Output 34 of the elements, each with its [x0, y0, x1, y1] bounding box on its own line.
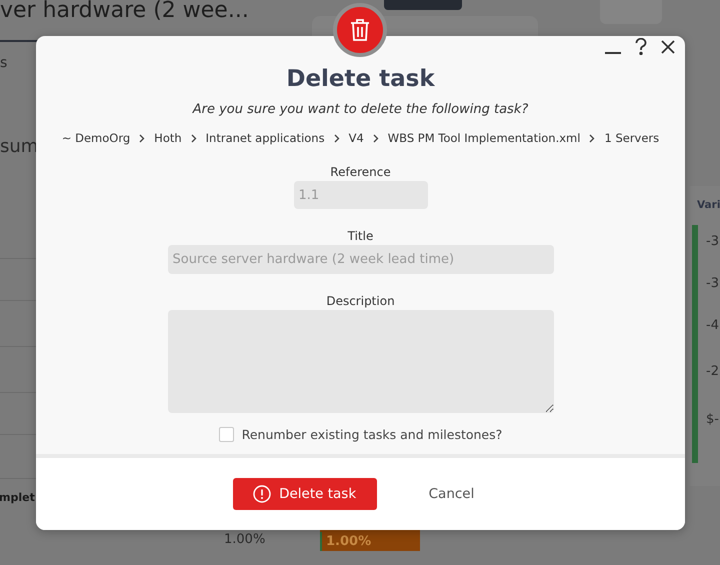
chevron-icon — [334, 134, 340, 142]
alert-icon — [253, 485, 272, 503]
field-label: Description — [326, 294, 395, 308]
breadcrumb-item[interactable]: WBS PM Tool Implementation.xml — [388, 131, 580, 145]
page-title: ver hardware (2 wee... — [0, 0, 249, 23]
minimize-icon — [605, 52, 621, 54]
checkbox-label: Renumber existing tasks and milestones? — [242, 427, 502, 442]
table-cell: -2 — [706, 364, 719, 379]
column-header: Vari — [697, 199, 720, 211]
breadcrumb-item[interactable]: Intranet applications — [206, 131, 325, 145]
checkbox[interactable] — [218, 427, 234, 442]
cancel-button[interactable]: Cancel — [422, 485, 480, 503]
delete-task-button[interactable]: Delete task — [232, 478, 377, 510]
table-cell: -4 — [706, 318, 719, 333]
table-cell: -3 — [706, 234, 719, 249]
row-label: mplet — [0, 491, 35, 504]
breadcrumb-item[interactable]: 1 Servers — [604, 131, 660, 145]
table-cell: 1.00% — [224, 532, 266, 547]
breadcrumb-item[interactable]: V4 — [348, 131, 364, 145]
chevron-icon — [372, 134, 379, 142]
dialog-title: Delete task — [286, 66, 435, 92]
close-icon — [661, 40, 675, 54]
chevron-icon — [190, 134, 197, 142]
field-label: Reference — [330, 165, 391, 179]
chevron-icon — [589, 134, 596, 142]
field-label: Title — [348, 229, 374, 243]
table-cell: -3 — [706, 276, 719, 291]
breadcrumb-item[interactable]: Hoth — [154, 131, 182, 145]
breadcrumb-item[interactable]: ~ DemoOrg — [62, 131, 130, 145]
table-cell: $- — [706, 412, 719, 427]
help-icon — [635, 38, 647, 55]
chevron-icon — [139, 134, 146, 142]
confirmation-question: Are you sure you want to delete the following task? — [192, 102, 528, 117]
progress-label: 1.00% — [320, 532, 376, 551]
